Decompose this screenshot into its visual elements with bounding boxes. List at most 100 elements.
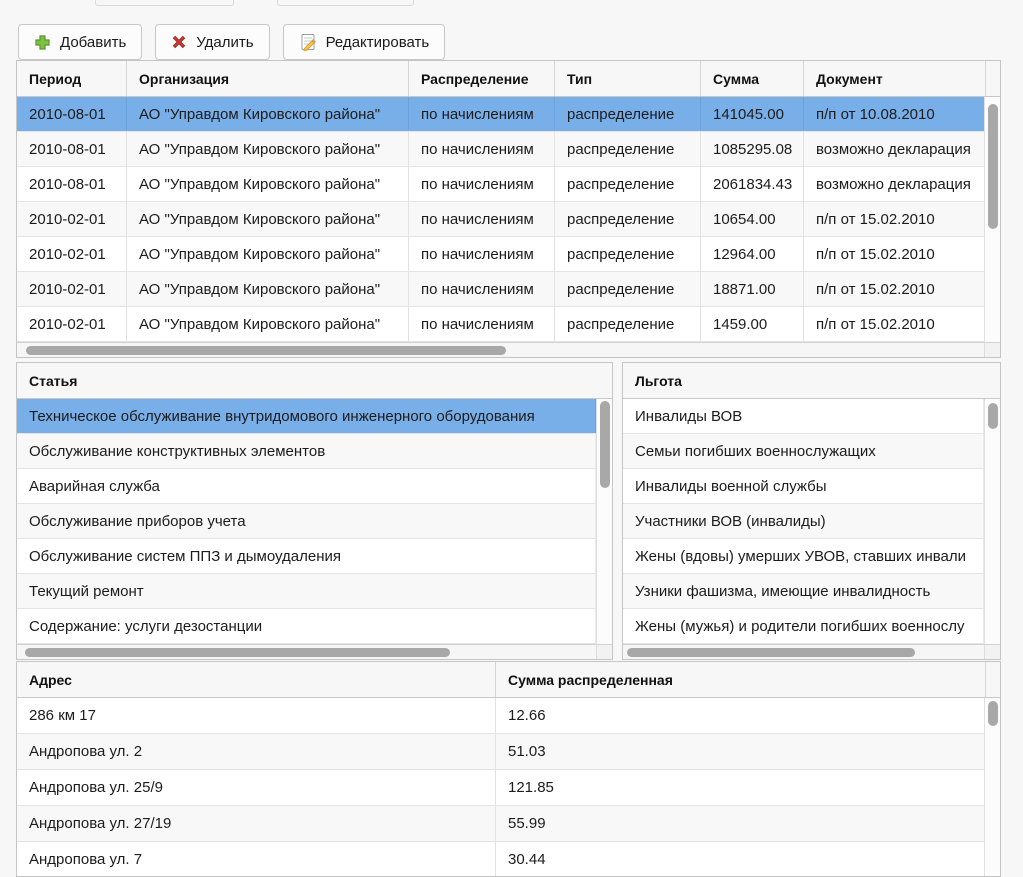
- horizontal-scrollbar[interactable]: [17, 644, 612, 659]
- benefit-label: Узники фашизма, имеющие инвалидность: [623, 574, 984, 608]
- cell-sum: 12964.00: [701, 237, 804, 271]
- cell-distribution: по начислениям: [409, 202, 555, 236]
- list-item[interactable]: Инвалиды военной службы: [623, 469, 984, 504]
- add-button[interactable]: Добавить: [18, 24, 142, 60]
- article-label: Обслуживание конструктивных элементов: [17, 434, 596, 468]
- table-row[interactable]: Андропова ул. 27/19 55.99: [17, 806, 984, 842]
- cell-organization: АО "Управдом Кировского района": [127, 97, 409, 131]
- app-window: Добавить Удалить Редактировать: [0, 0, 1023, 877]
- column-header-organization[interactable]: Организация: [127, 61, 409, 96]
- table-row[interactable]: 2010-02-01 АО "Управдом Кировского район…: [17, 237, 984, 272]
- column-header-sum[interactable]: Сумма: [701, 61, 804, 96]
- list-item[interactable]: Техническое обслуживание внутридомового …: [17, 399, 596, 434]
- list-item[interactable]: Содержание: услуги дезостанции: [17, 609, 596, 644]
- cell-distributed-sum: 51.03: [496, 734, 986, 769]
- cell-distribution: по начислениям: [409, 132, 555, 166]
- horizontal-scrollbar[interactable]: [623, 644, 1000, 659]
- scrollbar-thumb[interactable]: [988, 403, 998, 429]
- table-row[interactable]: Андропова ул. 7 30.44: [17, 842, 984, 877]
- cell-type: распределение: [555, 167, 701, 201]
- cell-period: 2010-02-01: [17, 272, 127, 306]
- add-button-label: Добавить: [60, 34, 126, 51]
- column-header-document[interactable]: Документ: [804, 61, 986, 96]
- scrollbar-thumb[interactable]: [988, 104, 998, 229]
- edit-button[interactable]: Редактировать: [283, 24, 446, 60]
- vertical-scrollbar[interactable]: [984, 698, 1000, 877]
- column-header-benefit[interactable]: Льгота: [623, 363, 1000, 398]
- article-label: Техническое обслуживание внутридомового …: [17, 399, 596, 433]
- horizontal-scrollbar[interactable]: [17, 342, 1000, 357]
- table-row[interactable]: 2010-08-01 АО "Управдом Кировского район…: [17, 132, 984, 167]
- toolbar: Добавить Удалить Редактировать: [18, 24, 445, 60]
- delete-button-label: Удалить: [196, 34, 253, 51]
- distributions-table-body: 2010-08-01 АО "Управдом Кировского район…: [17, 97, 1000, 342]
- cell-sum: 2061834.43: [701, 167, 804, 201]
- table-row[interactable]: Андропова ул. 25/9 121.85: [17, 770, 984, 806]
- scrollbar-corner: [984, 645, 1000, 659]
- list-item[interactable]: Обслуживание приборов учета: [17, 504, 596, 539]
- column-header-distributed-sum[interactable]: Сумма распределенная: [496, 662, 986, 697]
- column-header-distribution[interactable]: Распределение: [409, 61, 555, 96]
- column-header-period[interactable]: Период: [17, 61, 127, 96]
- cell-type: распределение: [555, 97, 701, 131]
- cell-type: распределение: [555, 272, 701, 306]
- list-item[interactable]: Инвалиды ВОВ: [623, 399, 984, 434]
- list-item[interactable]: Узники фашизма, имеющие инвалидность: [623, 574, 984, 609]
- table-row[interactable]: 286 км 17 12.66: [17, 698, 984, 734]
- scrollbar-thumb[interactable]: [25, 648, 450, 657]
- cell-organization: АО "Управдом Кировского района": [127, 272, 409, 306]
- list-item[interactable]: Жены (мужья) и родители погибших военнос…: [623, 609, 984, 644]
- cell-distributed-sum: 12.66: [496, 698, 986, 733]
- list-item[interactable]: Участники ВОВ (инвалиды): [623, 504, 984, 539]
- cell-sum: 1459.00: [701, 307, 804, 341]
- cell-document: возможно декларация: [804, 132, 986, 166]
- cell-document: п/п от 10.08.2010: [804, 97, 986, 131]
- list-item[interactable]: Обслуживание конструктивных элементов: [17, 434, 596, 469]
- cell-distribution: по начислениям: [409, 237, 555, 271]
- column-header-type[interactable]: Тип: [555, 61, 701, 96]
- cell-period: 2010-08-01: [17, 97, 127, 131]
- table-row[interactable]: 2010-02-01 АО "Управдом Кировского район…: [17, 272, 984, 307]
- addresses-table-body: 286 км 17 12.66 Андропова ул. 2 51.03 Ан…: [17, 698, 1000, 877]
- benefit-label: Жены (мужья) и родители погибших военнос…: [623, 609, 984, 643]
- cell-distribution: по начислениям: [409, 307, 555, 341]
- cell-address: Андропова ул. 2: [17, 734, 496, 769]
- cell-organization: АО "Управдом Кировского района": [127, 132, 409, 166]
- benefit-label: Инвалиды ВОВ: [623, 399, 984, 433]
- cell-sum: 141045.00: [701, 97, 804, 131]
- cell-distributed-sum: 121.85: [496, 770, 986, 805]
- table-row[interactable]: 2010-08-01 АО "Управдом Кировского район…: [17, 97, 984, 132]
- list-item[interactable]: Текущий ремонт: [17, 574, 596, 609]
- column-header-spacer: [986, 61, 1000, 96]
- vertical-scrollbar[interactable]: [984, 97, 1000, 342]
- scrollbar-thumb[interactable]: [600, 401, 610, 488]
- addresses-table-header: Адрес Сумма распределенная: [17, 662, 1000, 698]
- article-label: Аварийная служба: [17, 469, 596, 503]
- scrollbar-thumb[interactable]: [988, 701, 998, 726]
- column-header-address[interactable]: Адрес: [17, 662, 496, 697]
- column-header-article[interactable]: Статья: [17, 363, 612, 398]
- delete-button[interactable]: Удалить: [155, 24, 269, 60]
- table-row[interactable]: Андропова ул. 2 51.03: [17, 734, 984, 770]
- cell-sum: 10654.00: [701, 202, 804, 236]
- article-label: Содержание: услуги дезостанции: [17, 609, 596, 643]
- list-item[interactable]: Семьи погибших военнослужащих: [623, 434, 984, 469]
- scrollbar-thumb[interactable]: [627, 648, 915, 657]
- vertical-scrollbar[interactable]: [984, 399, 1000, 644]
- table-row[interactable]: 2010-02-01 АО "Управдом Кировского район…: [17, 202, 984, 237]
- benefit-label: Жены (вдовы) умерших УВОВ, ставших инвал…: [623, 539, 984, 573]
- table-row[interactable]: 2010-08-01 АО "Управдом Кировского район…: [17, 167, 984, 202]
- list-item[interactable]: Жены (вдовы) умерших УВОВ, ставших инвал…: [623, 539, 984, 574]
- article-list-body: Техническое обслуживание внутридомового …: [17, 399, 612, 644]
- scrollbar-thumb[interactable]: [26, 346, 506, 355]
- cell-distributed-sum: 55.99: [496, 806, 986, 841]
- article-label: Текущий ремонт: [17, 574, 596, 608]
- edit-pencil-icon: [299, 33, 317, 51]
- cell-distribution: по начислениям: [409, 97, 555, 131]
- cell-document: п/п от 15.02.2010: [804, 307, 986, 341]
- table-row[interactable]: 2010-02-01 АО "Управдом Кировского район…: [17, 307, 984, 342]
- list-item[interactable]: Обслуживание систем ППЗ и дымоудаления: [17, 539, 596, 574]
- list-item[interactable]: Аварийная служба: [17, 469, 596, 504]
- vertical-scrollbar[interactable]: [596, 399, 612, 644]
- cell-period: 2010-02-01: [17, 307, 127, 341]
